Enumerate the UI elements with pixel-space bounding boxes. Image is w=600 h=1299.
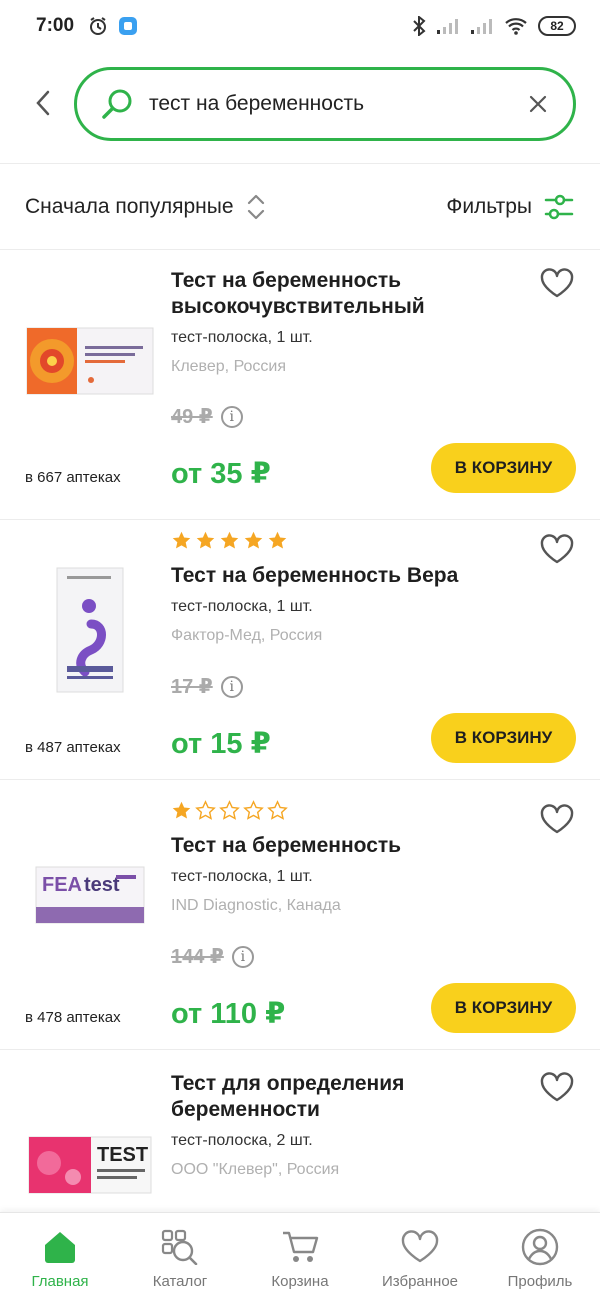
product-maker: ООО "Клевер", Россия: [171, 1161, 340, 1178]
price: от 35 ₽: [171, 458, 271, 490]
clear-button[interactable]: [525, 91, 551, 117]
svg-text:FEA: FEA: [42, 874, 82, 896]
pharmacies-count: в 478 аптеках: [25, 1009, 121, 1026]
product-title[interactable]: Тест на беременность: [171, 833, 521, 859]
product-image[interactable]: [24, 315, 156, 405]
sort-selector[interactable]: Сначала популярные: [25, 195, 234, 219]
product-type: тест-полоска, 1 шт.: [171, 598, 313, 615]
chevron-left-icon: [36, 90, 50, 116]
cart-icon: [283, 1231, 319, 1262]
product-maker: Клевер, Россия: [171, 358, 287, 375]
nav-profile[interactable]: Профиль: [480, 1213, 600, 1299]
star-empty-icon: [267, 800, 288, 820]
signal-icon: [437, 19, 458, 34]
filter-sliders-icon: [544, 194, 574, 220]
product-maker: Фактор-Мед, Россия: [171, 627, 323, 644]
nav-home[interactable]: Главная: [0, 1213, 120, 1299]
product-image[interactable]: [24, 565, 156, 695]
product-type: тест-полоска, 2 шт.: [171, 1132, 313, 1149]
search-icon: [102, 89, 132, 119]
nav-catalog[interactable]: Каталог: [120, 1213, 240, 1299]
product-card[interactable]: FEA test в 478 аптеках Тест на беременно…: [0, 780, 600, 1050]
add-to-cart-button[interactable]: В КОРЗИНУ: [431, 983, 576, 1033]
catalog-search-icon: [161, 1229, 198, 1265]
heart-icon: [401, 1230, 439, 1263]
product-card[interactable]: в 487 аптеках Тест на беременность Вера …: [0, 510, 600, 780]
product-card[interactable]: в 667 аптеках Тест на беременность высок…: [0, 250, 600, 520]
app-notification-icon: [119, 17, 138, 35]
price: от 15 ₽: [171, 728, 271, 760]
favorite-heart-icon[interactable]: [540, 1072, 574, 1102]
status-bar: 7:00 82: [0, 0, 600, 52]
old-price: 17 ₽ i: [171, 674, 243, 699]
favorite-heart-icon[interactable]: [540, 804, 574, 834]
signal-icon-2: [471, 19, 492, 34]
nav-label: Корзина: [271, 1273, 329, 1290]
alarm-icon: [90, 17, 107, 35]
product-maker: IND Diagnostic, Канада: [171, 897, 341, 914]
home-icon: [45, 1232, 75, 1263]
product-image[interactable]: TEST: [24, 1132, 156, 1198]
favorite-heart-icon[interactable]: [540, 268, 574, 298]
old-price-value: 17 ₽: [171, 676, 213, 698]
star-filled-icon: [268, 531, 287, 549]
nav-favorites[interactable]: Избранное: [360, 1213, 480, 1299]
product-type: тест-полоска, 1 шт.: [171, 329, 313, 346]
close-icon: [529, 95, 547, 113]
star-filled-icon: [220, 531, 239, 549]
star-filled-icon: [172, 801, 191, 819]
bluetooth-icon: [413, 16, 426, 36]
profile-icon: [521, 1228, 559, 1266]
info-icon[interactable]: i: [220, 675, 243, 698]
star-empty-icon: [219, 800, 240, 820]
back-button[interactable]: [28, 88, 58, 118]
add-to-cart-button[interactable]: В КОРЗИНУ: [431, 443, 576, 493]
product-title[interactable]: Тест на беременность высокочувствительны…: [171, 268, 521, 320]
sort-icon[interactable]: [246, 192, 266, 222]
search-header: тест на беременность: [0, 52, 600, 164]
filters-label: Фильтры: [446, 195, 532, 218]
search-input[interactable]: тест на беременность: [74, 67, 576, 141]
nav-label: Избранное: [381, 1273, 459, 1290]
star-filled-icon: [196, 531, 215, 549]
pharmacies-count: в 487 аптеках: [25, 739, 121, 756]
old-price: 49 ₽ i: [171, 404, 243, 429]
filters-button[interactable]: Фильтры: [446, 194, 574, 220]
search-query[interactable]: тест на беременность: [149, 92, 525, 116]
bottom-navigation: Главная Каталог Корзина Избранное Профил…: [0, 1212, 600, 1299]
add-to-cart-button[interactable]: В КОРЗИНУ: [431, 713, 576, 763]
star-filled-icon: [172, 531, 191, 549]
nav-label: Главная: [31, 1273, 89, 1290]
status-time: 7:00: [36, 15, 75, 36]
star-filled-icon: [244, 531, 263, 549]
nav-label: Каталог: [152, 1273, 208, 1290]
price: от 110 ₽: [171, 998, 286, 1030]
old-price-value: 144 ₽: [171, 946, 224, 968]
svg-text:TEST: TEST: [97, 1144, 148, 1166]
wifi-icon: [505, 18, 527, 35]
product-type: тест-полоска, 1 шт.: [171, 868, 313, 885]
product-title[interactable]: Тест на беременность Вера: [171, 563, 521, 589]
pharmacies-count: в 667 аптеках: [25, 469, 121, 486]
star-empty-icon: [243, 800, 264, 820]
info-icon[interactable]: i: [231, 945, 254, 968]
nav-label: Профиль: [507, 1273, 573, 1290]
old-price: 144 ₽ i: [171, 944, 254, 969]
svg-text:test: test: [84, 874, 120, 896]
old-price-value: 49 ₽: [171, 406, 213, 428]
product-image[interactable]: FEA test: [24, 862, 156, 928]
nav-cart[interactable]: Корзина: [240, 1213, 360, 1299]
info-icon[interactable]: i: [220, 405, 243, 428]
rating-stars: [171, 800, 288, 821]
battery-indicator: 82: [538, 16, 576, 36]
rating-stars: [171, 530, 288, 551]
star-empty-icon: [195, 800, 216, 820]
product-title[interactable]: Тест для определения беременности: [171, 1071, 521, 1123]
favorite-heart-icon[interactable]: [540, 534, 574, 564]
sort-bar: Сначала популярные Фильтры: [0, 165, 600, 250]
